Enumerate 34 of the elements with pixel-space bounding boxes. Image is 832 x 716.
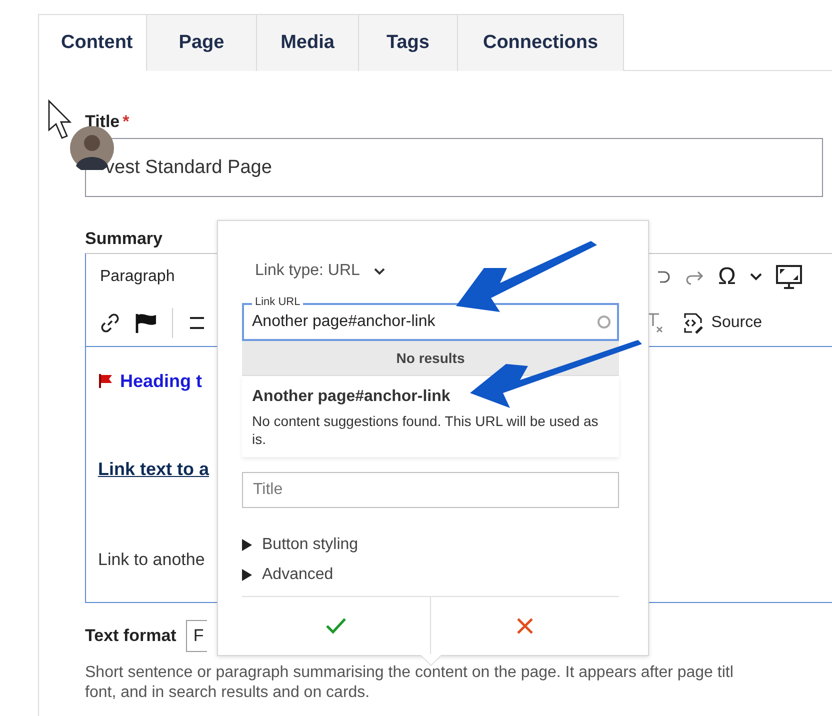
- section-toggle[interactable]: Button styling: [242, 530, 358, 560]
- fullscreen-icon[interactable]: [776, 265, 802, 289]
- section-toggle[interactable]: Advanced: [242, 560, 334, 590]
- help-text: Short sentence or paragraph summarising the content on the page. It appears after page titl font, and in search results and on cards.: [85, 663, 734, 703]
- source-icon: [681, 311, 706, 335]
- chevron-down-icon: [374, 268, 385, 274]
- tab[interactable]: Media: [257, 14, 359, 71]
- link[interactable]: Link text to a: [98, 459, 210, 480]
- flag-icon: [98, 373, 114, 389]
- title-input[interactable]: vest Standard Page: [85, 138, 823, 197]
- caret-icon[interactable]: [750, 273, 762, 281]
- results-header: No results: [242, 341, 619, 376]
- link-type-dropdown[interactable]: Link type: URL: [255, 261, 385, 281]
- tab[interactable]: Tags: [359, 14, 458, 71]
- field-label: Summary: [85, 229, 164, 249]
- field-label: Title *: [85, 112, 130, 132]
- title-field[interactable]: Title: [242, 472, 619, 508]
- source-button[interactable]: Source: [681, 311, 762, 335]
- loading-icon: [597, 315, 611, 329]
- link-icon[interactable]: [100, 313, 120, 333]
- close-icon: [516, 617, 534, 635]
- special-characters-button[interactable]: Ω: [718, 263, 736, 291]
- cursor-icon: [48, 99, 72, 139]
- tab[interactable]: Page: [147, 14, 257, 71]
- field-label: Text format: [85, 626, 176, 646]
- heading-text: Heading t: [120, 370, 202, 392]
- paragraph-text: Link to anothe: [98, 550, 206, 570]
- flag-icon[interactable]: [134, 312, 158, 334]
- text-format-select[interactable]: F: [186, 620, 208, 652]
- tab[interactable]: Content: [39, 14, 147, 71]
- paragraph-dropdown[interactable]: Paragraph: [100, 268, 175, 286]
- suggestion-item[interactable]: Another page#anchor-link No content suggestions found. This URL will be used as is.: [242, 376, 619, 457]
- tab[interactable]: Connections: [458, 14, 624, 71]
- check-icon: [325, 617, 347, 635]
